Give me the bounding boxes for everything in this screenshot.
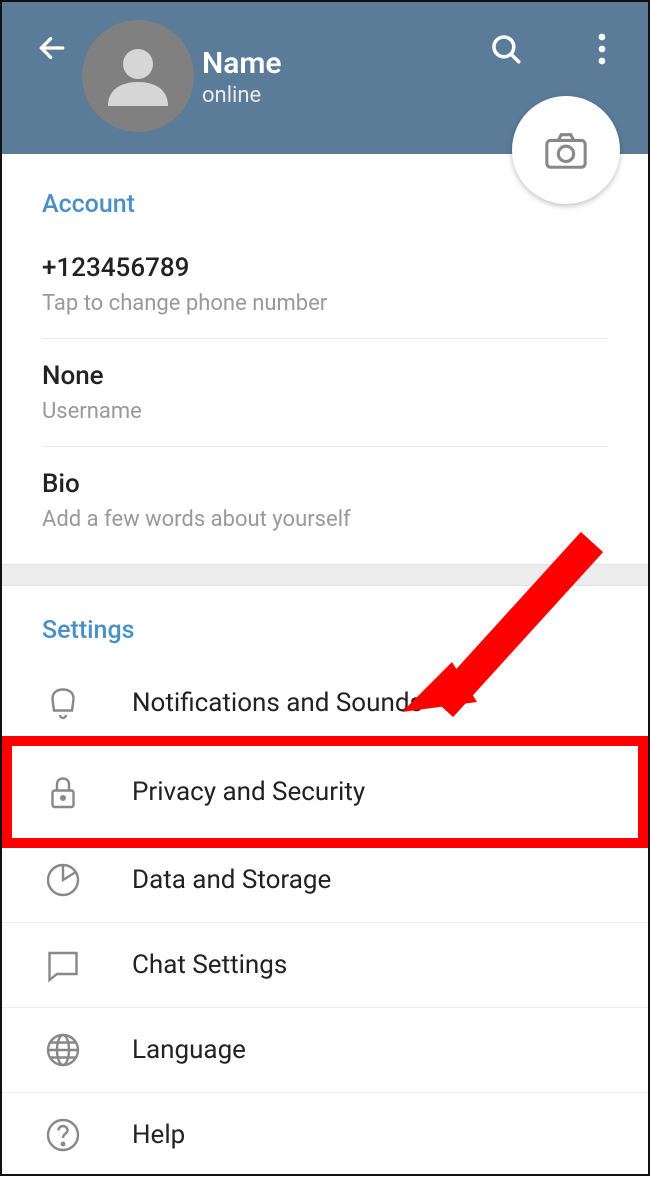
account-username-item[interactable]: None Username [2,343,648,442]
help-icon [42,1117,84,1153]
settings-item-privacy[interactable]: Privacy and Security [2,736,648,848]
camera-fab[interactable] [512,96,620,204]
username-sub: Username [42,399,608,424]
settings-item-chat[interactable]: Chat Settings [2,923,648,1008]
chat-icon [42,947,84,983]
more-vertical-icon [598,32,606,66]
divider [42,446,608,447]
lock-icon [42,774,84,810]
bio-sub: Add a few words about yourself [42,507,608,532]
bell-icon [42,685,84,721]
settings-item-help[interactable]: Help [2,1093,648,1177]
person-icon [102,40,174,112]
username-value: None [42,361,608,391]
search-button[interactable] [489,32,523,70]
avatar[interactable] [82,20,194,132]
globe-icon [42,1032,84,1068]
settings-label: Privacy and Security [132,777,365,807]
settings-label: Help [132,1120,185,1150]
more-button[interactable] [598,32,606,70]
phone-sub: Tap to change phone number [42,291,608,316]
profile-status: online [202,83,282,108]
search-icon [489,32,523,66]
pie-chart-icon [42,862,84,898]
settings-item-data[interactable]: Data and Storage [2,838,648,923]
divider [42,338,608,339]
settings-label: Data and Storage [132,865,331,895]
settings-label: Language [132,1035,246,1065]
name-block: Name online [202,46,282,108]
settings-item-notifications[interactable]: Notifications and Sounds [2,661,648,746]
camera-icon [543,127,589,173]
account-bio-item[interactable]: Bio Add a few words about yourself [2,451,648,550]
profile-name: Name [202,46,282,81]
settings-item-language[interactable]: Language [2,1008,648,1093]
settings-label: Chat Settings [132,950,287,980]
section-gap [2,564,648,586]
settings-section-title: Settings [2,616,648,661]
phone-value: +123456789 [42,253,608,283]
settings-label: Notifications and Sounds [132,688,423,718]
back-button[interactable] [36,32,68,68]
arrow-left-icon [36,32,68,64]
header: Name online [2,2,648,154]
account-phone-item[interactable]: +123456789 Tap to change phone number [2,235,648,334]
bio-value: Bio [42,469,608,499]
